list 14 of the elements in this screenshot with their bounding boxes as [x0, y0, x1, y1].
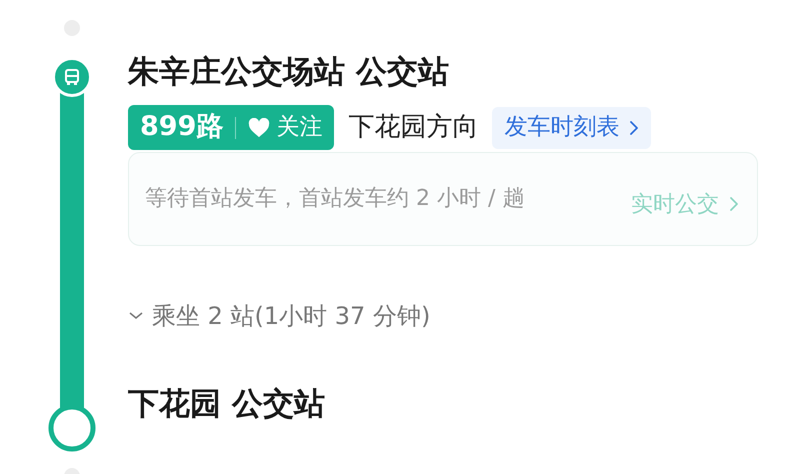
stop-name: 朱辛庄公交场站 公交站: [128, 53, 450, 92]
ride-summary-toggle[interactable]: 乘坐 2 站(1小时 37 分钟): [128, 298, 758, 334]
chevron-down-icon: [128, 311, 144, 321]
route-number: 899路: [140, 110, 224, 144]
heart-icon: [248, 118, 270, 138]
route-badge[interactable]: 899路 关注: [128, 105, 334, 150]
realtime-message: 等待首站发车，首站发车约 2 小时 / 趟: [145, 185, 526, 213]
timetable-link[interactable]: 发车时刻表: [492, 106, 652, 148]
realtime-bus-link[interactable]: 实时公交: [631, 188, 739, 220]
chevron-right-icon: [629, 120, 640, 136]
direction-text: 下花园方向: [348, 111, 478, 144]
follow-button[interactable]: 关注: [248, 110, 322, 145]
stop-name: 下花园 公交站: [128, 385, 326, 424]
chevron-right-icon: [729, 196, 739, 212]
